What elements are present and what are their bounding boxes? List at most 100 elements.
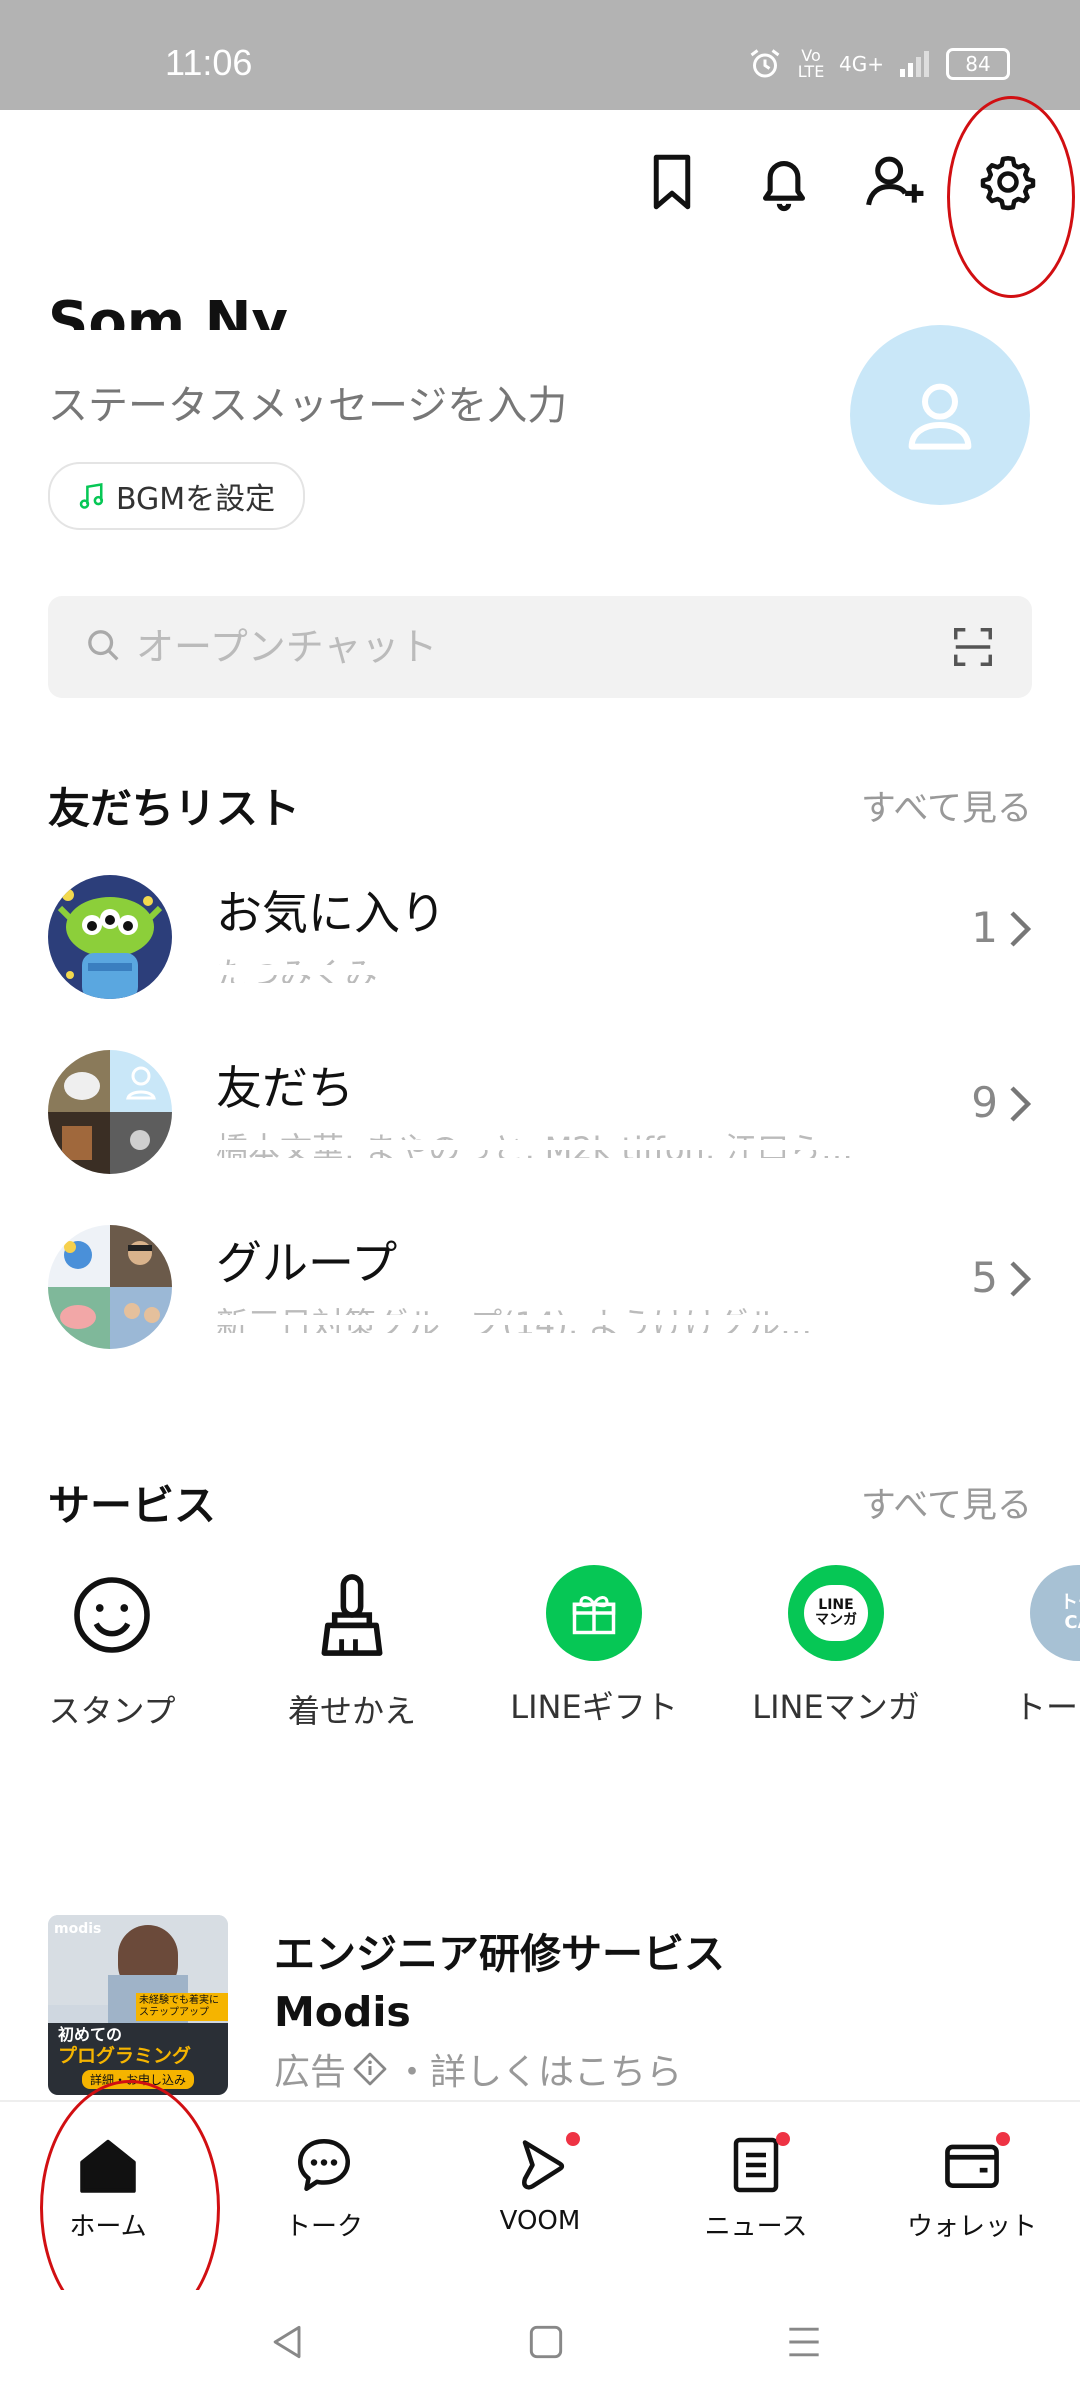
system-navigation-bar bbox=[0, 2290, 1080, 2400]
services-section-title: サービス bbox=[48, 1481, 217, 1530]
service-talk-care-label: トーク相 bbox=[1013, 1688, 1080, 1726]
services-see-all-link[interactable]: すべて見る bbox=[861, 1477, 1032, 1528]
friends-title: 友だち bbox=[216, 1061, 354, 1115]
service-line-gift-label: LINEギフト bbox=[510, 1688, 678, 1726]
bell-icon bbox=[763, 161, 805, 212]
menu-icon[interactable] bbox=[782, 2320, 826, 2364]
add-friend-button[interactable] bbox=[864, 150, 928, 214]
service-stamp-label: スタンプ bbox=[48, 1692, 176, 1730]
talk-icon bbox=[224, 2130, 424, 2200]
service-stamp[interactable]: スタンプ bbox=[12, 1565, 212, 1735]
person-icon bbox=[908, 383, 972, 450]
nav-talk-label: トーク bbox=[284, 2212, 363, 2242]
manga-logo-text: LINE マンガ bbox=[815, 1597, 857, 1628]
battery-indicator: 84 bbox=[946, 48, 1010, 80]
status-bar: 11:06 Vo LTE 4G+ 84 bbox=[0, 0, 1080, 110]
chevron-right-icon bbox=[1010, 1261, 1032, 1297]
subtitle-redaction bbox=[216, 965, 946, 975]
status-time: 11:06 bbox=[165, 42, 253, 83]
network-label: 4G+ bbox=[839, 52, 884, 76]
favorites-row[interactable]: お気に入り たつみくみ 1 bbox=[0, 855, 1080, 1015]
ad-info-icon[interactable] bbox=[352, 2051, 388, 2087]
chevron-right-icon bbox=[1010, 911, 1032, 947]
groups-row[interactable]: グループ 新三日対策グループ(14), ようけけグル… 5 bbox=[0, 1205, 1080, 1365]
service-theme-label: 着せかえ bbox=[287, 1692, 416, 1730]
add-friend-icon bbox=[866, 156, 924, 206]
ad-title: エンジニア研修サービス Modis bbox=[274, 1925, 725, 2041]
ad-title-line1: エンジニア研修サービス bbox=[274, 1930, 725, 1978]
nav-voom[interactable]: VOOM bbox=[440, 2130, 640, 2236]
friends-avatar bbox=[48, 1050, 172, 1174]
favorites-count: 1 bbox=[971, 903, 998, 952]
back-icon[interactable] bbox=[266, 2320, 310, 2364]
friends-section-title: 友だちリスト bbox=[48, 784, 301, 833]
ad-details-link[interactable]: ・詳しくはこちら bbox=[394, 2043, 682, 2095]
favorites-subtitle: たつみくみ bbox=[216, 949, 946, 983]
bookmark-button[interactable] bbox=[640, 150, 704, 214]
bgm-label: BGMを設定 bbox=[116, 482, 276, 517]
friends-row[interactable]: 友だち 橋本文華, まやのっと, M2k tiffon, 江口ら… 9 bbox=[0, 1030, 1080, 1190]
groups-title: グループ bbox=[216, 1236, 398, 1290]
settings-highlight-circle bbox=[947, 96, 1075, 298]
wallet-icon bbox=[872, 2130, 1072, 2200]
voom-icon bbox=[440, 2130, 640, 2200]
qr-scan-icon[interactable] bbox=[950, 624, 996, 674]
service-line-manga[interactable]: LINE マンガ LINEマンガ bbox=[736, 1565, 936, 1731]
bgm-button[interactable]: BGMを設定 bbox=[48, 462, 306, 530]
ad-thumbnail: modis 未経験でも着実にステップアップ 初めての プログラミング 詳細・お申… bbox=[48, 1915, 228, 2095]
search-icon bbox=[84, 626, 124, 670]
subtitle-redaction bbox=[216, 1315, 946, 1325]
profile-avatar[interactable] bbox=[850, 325, 1030, 505]
services-row: スタンプ 着せかえ LINEギフト LINE マンガ LINEマンガ トー CA… bbox=[0, 1565, 1080, 1795]
nav-talk[interactable]: トーク bbox=[224, 2130, 424, 2243]
music-note-icon bbox=[79, 482, 104, 509]
name-redaction bbox=[40, 330, 600, 358]
news-badge bbox=[776, 2132, 790, 2146]
friends-count: 9 bbox=[971, 1078, 998, 1127]
service-line-manga-label: LINEマンガ bbox=[752, 1688, 920, 1726]
smiley-icon bbox=[62, 1565, 162, 1665]
home-square-icon[interactable] bbox=[524, 2320, 568, 2364]
nav-news-label: ニュース bbox=[704, 2212, 808, 2242]
status-message-field[interactable]: ステータスメッセージを入力 bbox=[48, 373, 567, 431]
nav-wallet-label: ウォレット bbox=[906, 2212, 1037, 2242]
ad-title-line2: Modis bbox=[274, 1988, 411, 2036]
chevron-right-icon bbox=[1010, 1086, 1032, 1122]
service-theme[interactable]: 着せかえ bbox=[252, 1565, 452, 1735]
favorites-avatar bbox=[48, 875, 172, 999]
ad-thumb-badge: 未経験でも着実にステップアップ bbox=[136, 1993, 228, 2021]
service-talk-care[interactable]: トー CA トーク相 bbox=[978, 1565, 1080, 1731]
talk-care-logo-text: トー CA bbox=[1060, 1592, 1080, 1633]
alarm-icon bbox=[750, 49, 780, 78]
favorites-title: お気に入り bbox=[216, 886, 446, 940]
volte-label: Vo LTE bbox=[797, 46, 825, 81]
status-icons: Vo LTE 4G+ 84 bbox=[747, 46, 1010, 82]
service-line-gift[interactable]: LINEギフト bbox=[494, 1565, 694, 1731]
groups-avatar bbox=[48, 1225, 172, 1349]
voom-badge bbox=[566, 2132, 580, 2146]
ad-banner[interactable]: modis 未経験でも着実にステップアップ 初めての プログラミング 詳細・お申… bbox=[48, 1915, 1032, 2100]
news-icon bbox=[656, 2130, 856, 2200]
line-manga-icon: LINE マンガ bbox=[788, 1565, 884, 1661]
bookmark-icon bbox=[653, 154, 691, 210]
friends-subtitle: 橋本文華, まやのっと, M2k tiffon, 江口ら… bbox=[216, 1124, 946, 1158]
search-input[interactable] bbox=[134, 618, 898, 676]
ad-meta: 広告 ・詳しくはこちら bbox=[274, 2043, 682, 2095]
open-chat-search[interactable] bbox=[48, 596, 1032, 698]
groups-subtitle: 新三日対策グループ(14), ようけけグル… bbox=[216, 1299, 946, 1333]
wallet-badge bbox=[996, 2132, 1010, 2146]
brush-icon bbox=[302, 1565, 402, 1665]
subtitle-redaction bbox=[216, 1140, 946, 1150]
friends-see-all-link[interactable]: すべて見る bbox=[861, 780, 1032, 831]
ad-thumb-brand: modis bbox=[54, 1921, 102, 1937]
ad-label: 広告 bbox=[274, 2052, 347, 2093]
nav-wallet[interactable]: ウォレット bbox=[872, 2130, 1072, 2243]
talk-care-icon: トー CA bbox=[1030, 1565, 1080, 1661]
nav-news[interactable]: ニュース bbox=[656, 2130, 856, 2243]
ad-thumb-main: プログラミング bbox=[58, 2045, 192, 2067]
notification-button[interactable] bbox=[752, 150, 816, 214]
groups-count: 5 bbox=[971, 1253, 998, 1302]
battery-level: 84 bbox=[965, 52, 991, 76]
nav-voom-label: VOOM bbox=[499, 2206, 581, 2236]
gift-icon bbox=[546, 1565, 642, 1661]
